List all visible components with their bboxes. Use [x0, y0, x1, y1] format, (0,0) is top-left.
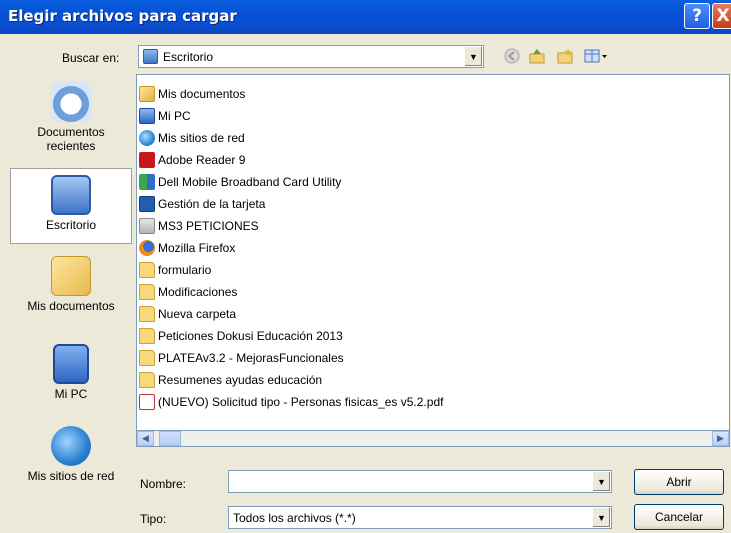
desktop-icon — [143, 49, 158, 64]
place-label: Documentos — [37, 125, 105, 139]
place-my-documents[interactable]: Mis documentos — [10, 256, 132, 313]
file-name: Modificaciones — [158, 285, 238, 299]
place-desktop[interactable]: Escritorio — [10, 168, 132, 244]
list-item[interactable]: Modificaciones — [139, 281, 237, 303]
recent-documents-icon — [51, 82, 91, 122]
title-bar[interactable]: Elegir archivos para cargar ? X — [0, 0, 731, 34]
place-label: Mis sitios de red — [27, 469, 115, 483]
file-name: Mis documentos — [158, 87, 246, 101]
list-item[interactable]: Adobe Reader 9 — [139, 149, 245, 171]
desktop-icon — [51, 175, 91, 215]
filetype-label: Tipo: — [140, 512, 167, 526]
file-name: Resumenes ayudas educación — [158, 373, 323, 387]
scrollbar-thumb[interactable] — [159, 431, 181, 446]
list-item[interactable]: Peticiones Dokusi Educación 2013 — [139, 325, 343, 347]
close-button[interactable]: X — [712, 3, 731, 29]
file-name: Nueva carpeta — [158, 307, 237, 321]
file-name: Mis sitios de red — [158, 131, 245, 145]
list-item[interactable]: Mis sitios de red — [139, 127, 245, 149]
my-documents-icon — [139, 86, 155, 102]
shortcut-icon — [139, 218, 155, 234]
place-label: Escritorio — [45, 218, 96, 232]
folder-icon — [139, 328, 155, 344]
list-item[interactable]: Dell Mobile Broadband Card Utility — [139, 171, 341, 193]
scroll-left-icon[interactable]: ◀ — [137, 431, 154, 446]
my-computer-icon — [53, 344, 89, 384]
filetype-select[interactable]: Todos los archivos (*.*) ▼ — [228, 506, 612, 529]
list-item[interactable]: Mis documentos — [139, 83, 245, 105]
pdf-file-icon — [139, 394, 155, 410]
place-label: Mi PC — [54, 387, 88, 401]
help-button[interactable]: ? — [684, 3, 710, 29]
filetype-value: Todos los archivos (*.*) — [233, 511, 356, 525]
place-my-computer[interactable]: Mi PC — [10, 344, 132, 401]
list-item[interactable]: MS3 PETICIONES — [139, 215, 259, 237]
list-item[interactable]: Gestión de la tarjeta — [139, 193, 265, 215]
list-item[interactable]: PLATEAv3.2 - MejorasFuncionales — [139, 347, 344, 369]
file-name: MS3 PETICIONES — [158, 219, 259, 233]
list-item[interactable]: formulario — [139, 259, 211, 281]
firefox-icon — [139, 240, 155, 256]
network-places-icon — [51, 426, 91, 466]
file-name: (NUEVO) Solicitud tipo - Personas fisica… — [158, 395, 444, 409]
view-menu-icon[interactable] — [583, 47, 609, 65]
list-item[interactable]: Mozilla Firefox — [139, 237, 235, 259]
new-folder-icon[interactable] — [556, 47, 574, 65]
horizontal-scrollbar[interactable]: ◀ ▶ — [136, 430, 730, 447]
dell-utility-icon — [139, 174, 155, 190]
adobe-reader-icon — [139, 152, 155, 168]
place-label: Mis documentos — [27, 299, 115, 313]
open-button[interactable]: Abrir — [634, 469, 724, 495]
list-item[interactable]: Mi PC — [139, 105, 191, 127]
network-places-icon — [139, 130, 155, 146]
folder-icon — [139, 372, 155, 388]
cancel-button[interactable]: Cancelar — [634, 504, 724, 530]
chevron-down-icon[interactable]: ▼ — [592, 472, 610, 491]
list-item[interactable]: (NUEVO) Solicitud tipo - Personas fisica… — [139, 391, 443, 413]
window-title: Elegir archivos para cargar — [8, 7, 237, 25]
file-name: Mi PC — [158, 109, 191, 123]
place-label: recientes — [46, 139, 96, 153]
file-name: Mozilla Firefox — [158, 241, 236, 255]
chevron-down-icon[interactable]: ▼ — [464, 47, 482, 66]
file-name: formulario — [158, 263, 212, 277]
file-name: Peticiones Dokusi Educación 2013 — [158, 329, 343, 343]
folder-icon — [139, 284, 155, 300]
list-item[interactable]: Resumenes ayudas educación — [139, 369, 322, 391]
filename-input[interactable]: ▼ — [228, 470, 612, 493]
place-recent-documents[interactable]: Documentos recientes — [10, 82, 132, 153]
folder-icon — [139, 306, 155, 322]
file-name: Adobe Reader 9 — [158, 153, 246, 167]
look-in-label: Buscar en: — [62, 51, 120, 65]
look-in-combo[interactable]: Escritorio ▼ — [138, 45, 484, 68]
scroll-right-icon[interactable]: ▶ — [712, 431, 729, 446]
folder-icon — [139, 350, 155, 366]
look-in-value: Escritorio — [163, 50, 214, 64]
file-name: Dell Mobile Broadband Card Utility — [158, 175, 342, 189]
up-folder-icon[interactable] — [528, 47, 546, 65]
list-item[interactable]: Nueva carpeta — [139, 303, 236, 325]
my-documents-icon — [51, 256, 91, 296]
file-list[interactable]: Mis documentos Mi PC Mis sitios de red A… — [136, 74, 730, 447]
card-manager-icon — [139, 196, 155, 212]
folder-icon — [139, 262, 155, 278]
file-name: Gestión de la tarjeta — [158, 197, 266, 211]
back-icon[interactable] — [503, 47, 521, 65]
chevron-down-icon[interactable]: ▼ — [592, 508, 610, 527]
filename-label: Nombre: — [140, 477, 187, 491]
my-computer-icon — [139, 108, 155, 124]
places-bar: Documentos recientes Escritorio Mis docu… — [10, 74, 132, 500]
file-name: PLATEAv3.2 - MejorasFuncionales — [158, 351, 344, 365]
place-network-places[interactable]: Mis sitios de red — [10, 426, 132, 483]
